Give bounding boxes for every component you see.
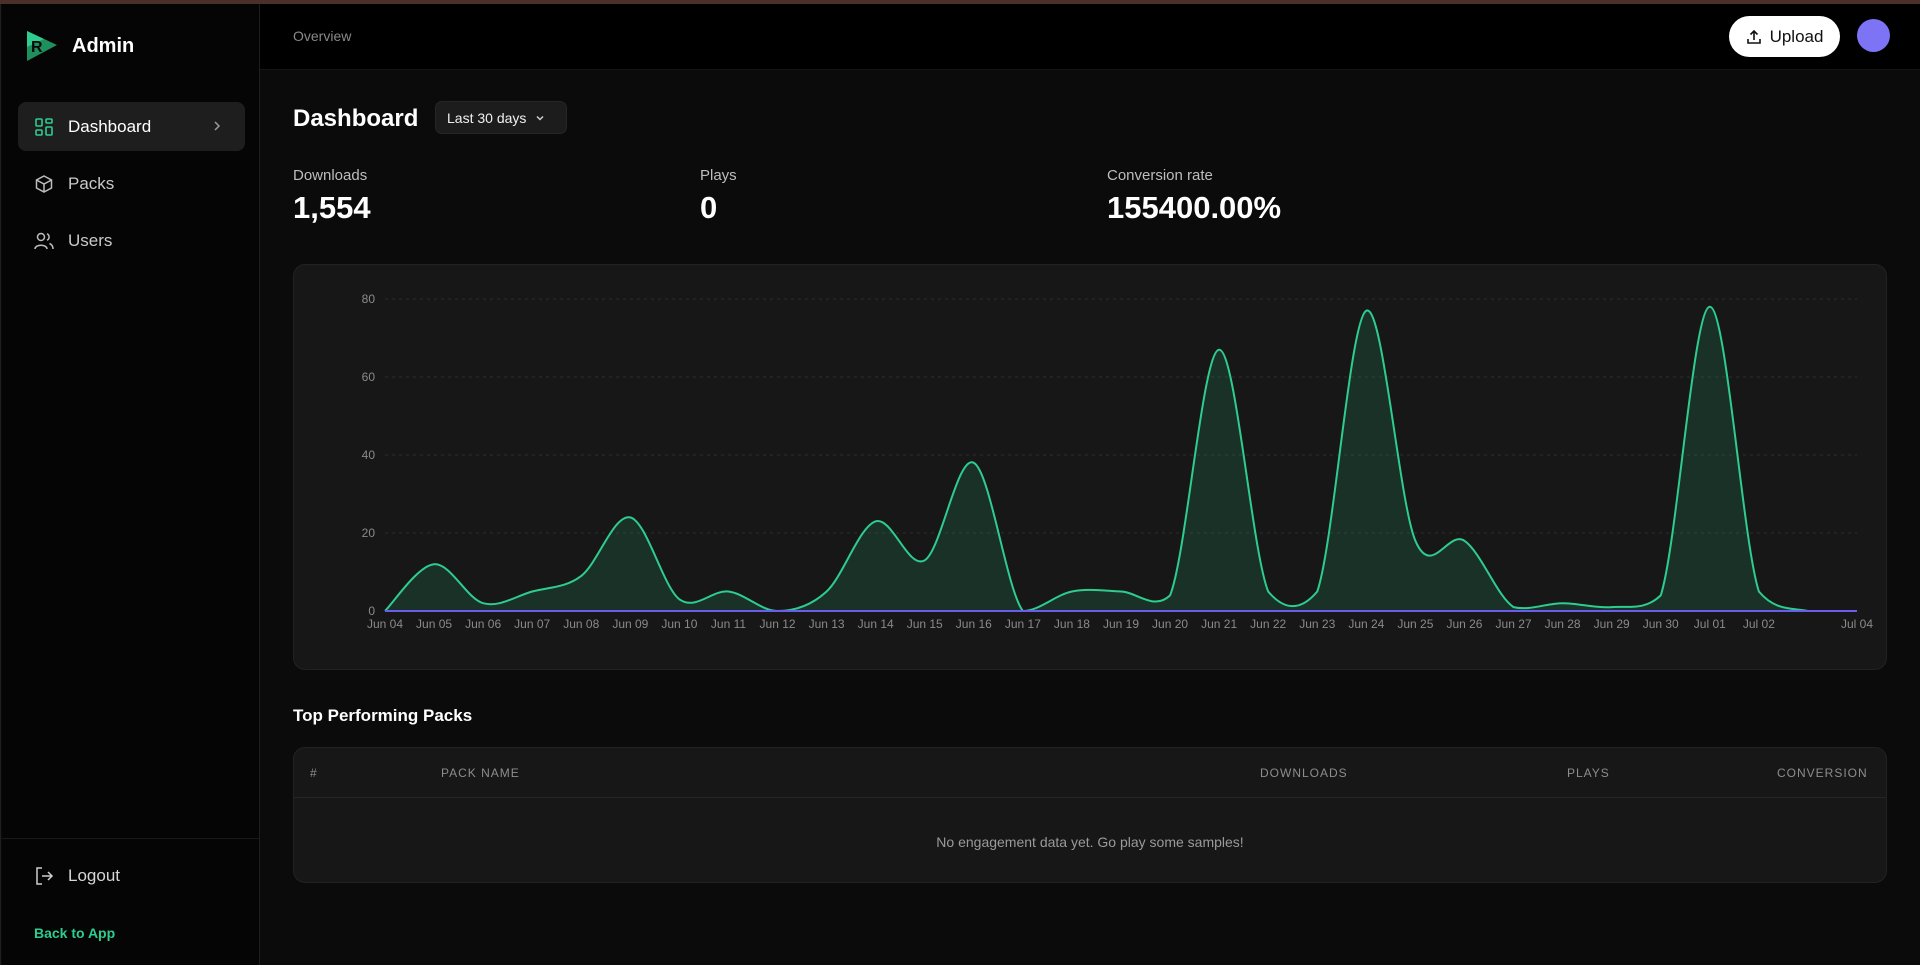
x-tick-label: Jul 02 [1743,617,1775,631]
upload-button[interactable]: Upload [1729,16,1840,57]
column-header-downloads[interactable]: DOWNLOADS [1260,766,1348,780]
x-tick-label: Jun 30 [1643,617,1679,631]
sidebar-item-label: Packs [68,173,115,193]
breadcrumb[interactable]: Overview [293,28,351,44]
chevron-right-icon [214,121,221,131]
x-tick-label: Jun 11 [711,617,746,631]
x-tick-label: Jun 23 [1299,617,1335,631]
dashboard-grid-icon [34,117,54,137]
x-tick-label: Jun 10 [661,617,697,631]
x-tick-label: Jun 25 [1397,617,1433,631]
x-tick-label: Jun 20 [1152,617,1188,631]
sidebar-item-users[interactable]: Users [18,216,245,265]
x-tick-label: Jun 24 [1348,617,1384,631]
box-icon [34,174,54,194]
stat-label: Downloads [293,167,368,184]
topbar: Overview Upload [260,4,1920,70]
sidebar-divider [2,838,260,839]
stat-plays: Plays 0 [700,167,737,226]
page-title: Dashboard [293,105,419,132]
x-tick-label: Jun 17 [1005,617,1041,631]
brand-name: Admin [72,34,135,57]
x-tick-label: Jun 28 [1545,617,1581,631]
users-icon [34,231,54,251]
section-title: Top Performing Packs [293,706,473,725]
brand-logo-letter: R [31,39,43,56]
x-tick-label: Jun 14 [858,617,894,631]
sidebar-item-packs[interactable]: Packs [18,159,245,208]
x-tick-label: Jul 04 [1841,617,1873,631]
y-tick-label: 60 [362,370,376,384]
x-tick-label: Jun 29 [1594,617,1630,631]
empty-state-message: No engagement data yet. Go play some sam… [936,834,1244,850]
date-range-select[interactable]: Last 30 days [435,101,567,134]
y-tick-label: 0 [368,604,375,618]
upload-label: Upload [1769,26,1824,46]
y-tick-label: 20 [362,526,376,540]
x-tick-label: Jun 08 [563,617,599,631]
x-tick-label: Jun 09 [612,617,648,631]
stat-value: 155400.00% [1107,190,1282,225]
stat-label: Conversion rate [1107,167,1213,184]
downloads-chart: 0 20 40 60 80 Jun 04 Jun 05 Jun 06 Jun 07 Jun 08 J… [362,292,1874,631]
stat-value: 1,554 [293,190,371,225]
brand-logo-icon: R [27,31,57,61]
main-content: Dashboard Last 30 days Downloads 1,554 P… [260,71,1920,965]
sidebar-item-dashboard[interactable]: Dashboard [18,102,245,151]
upload-icon [1746,29,1761,44]
x-tick-label: Jun 04 [367,617,403,631]
x-tick-label: Jun 18 [1054,617,1090,631]
avatar[interactable] [1857,19,1890,52]
x-tick-label: Jun 19 [1103,617,1139,631]
date-range-label: Last 30 days [447,109,527,126]
logout-icon [36,867,54,885]
x-tick-label: Jun 06 [465,617,501,631]
top-packs-table: # PACK NAME DOWNLOADS PLAYS CONVERSION N… [293,747,1887,883]
x-tick-label: Jun 21 [1201,617,1237,631]
x-tick-label: Jun 16 [956,617,992,631]
column-header-rank[interactable]: # [310,766,318,780]
logout-label: Logout [68,866,120,885]
sidebar-nav: Dashboard Packs Users [18,102,245,273]
x-tick-label: Jun 26 [1446,617,1482,631]
column-header-plays[interactable]: PLAYS [1567,766,1610,780]
x-tick-label: Jul 01 [1694,617,1726,631]
column-header-pack-name[interactable]: PACK NAME [441,766,520,780]
sidebar: R Admin Dashboard Packs Users Logout Bac… [2,4,260,965]
stat-label: Plays [700,167,737,184]
back-to-app-link[interactable]: Back to App [34,925,115,941]
column-header-conversion[interactable]: CONVERSION [1777,766,1868,780]
chevron-down-icon [536,115,544,121]
x-tick-label: Jun 15 [907,617,943,631]
logout-button[interactable]: Logout [34,866,120,886]
stat-downloads: Downloads 1,554 [293,167,371,226]
downloads-area [385,306,1857,611]
sidebar-item-label: Users [68,230,113,250]
stat-value: 0 [700,190,718,225]
x-tick-label: Jun 22 [1250,617,1286,631]
app-window: R Admin Dashboard Packs Users Logout Bac… [0,4,1920,965]
x-tick-label: Jun 05 [416,617,452,631]
brand[interactable]: R Admin [24,28,134,64]
x-tick-label: Jun 27 [1496,617,1532,631]
x-tick-label: Jun 07 [514,617,550,631]
downloads-chart-card: 0 20 40 60 80 Jun 04 Jun 05 Jun 06 Jun 07 Jun 08 J… [293,264,1887,670]
y-tick-label: 80 [362,292,376,306]
x-tick-label: Jun 13 [809,617,845,631]
table-header: # PACK NAME DOWNLOADS PLAYS CONVERSION [294,748,1886,798]
sidebar-item-label: Dashboard [68,116,152,136]
x-tick-label: Jun 12 [760,617,796,631]
stat-conversion-rate: Conversion rate 155400.00% [1107,167,1281,226]
y-tick-label: 40 [362,448,376,462]
